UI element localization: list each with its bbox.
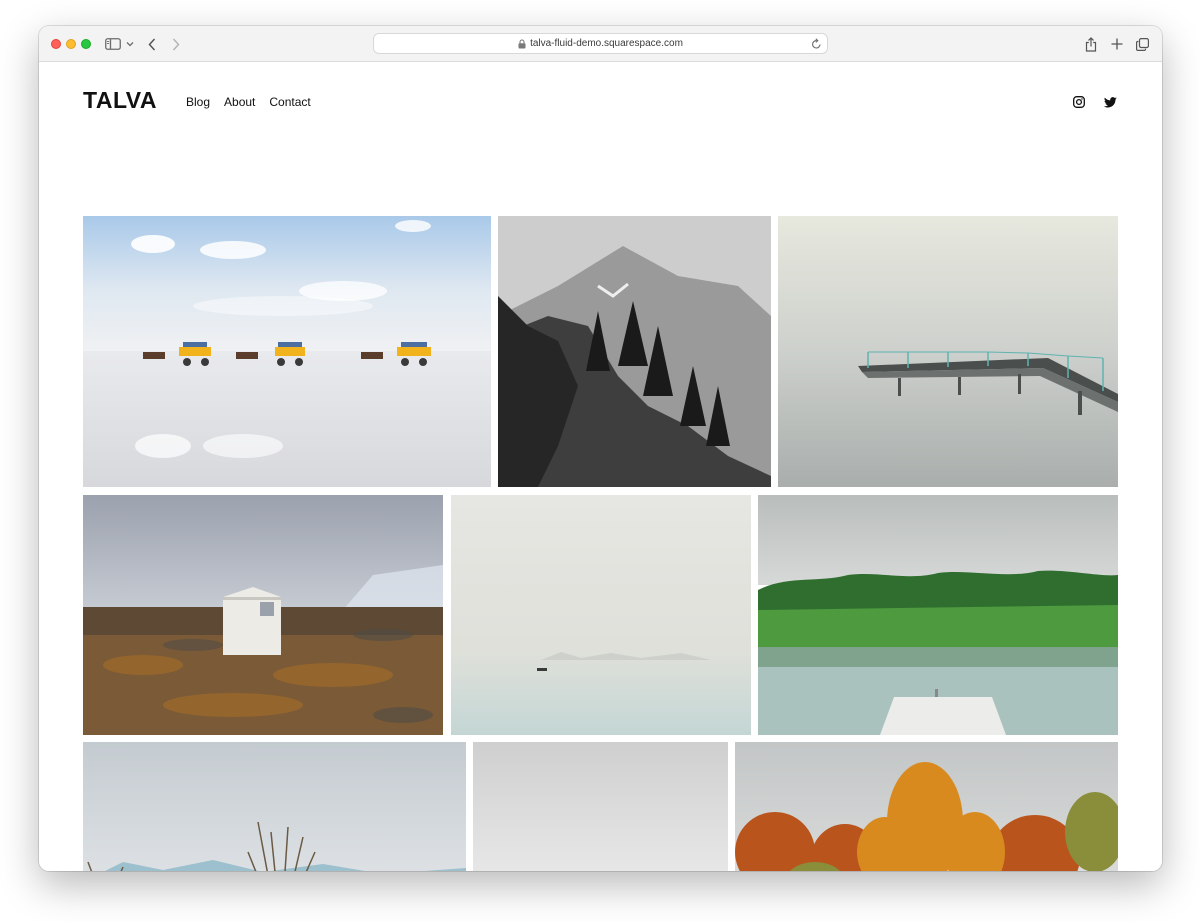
- forward-arrow-icon[interactable]: [169, 34, 183, 54]
- gallery-image-forest-lake[interactable]: [758, 495, 1118, 735]
- gallery-image-grey-sea[interactable]: [473, 742, 728, 871]
- main-nav: Blog About Contact: [186, 95, 325, 109]
- tab-overview-icon[interactable]: [1135, 34, 1149, 54]
- minimize-window-button[interactable]: [66, 39, 76, 49]
- instagram-icon[interactable]: [1072, 95, 1086, 109]
- new-tab-icon[interactable]: [1110, 34, 1124, 54]
- back-arrow-icon[interactable]: [145, 34, 159, 54]
- gallery-image-mountain[interactable]: [498, 216, 771, 487]
- chevron-down-icon[interactable]: [125, 34, 135, 54]
- share-icon[interactable]: [1084, 34, 1098, 54]
- gallery-image-autumn-trees[interactable]: [735, 742, 1118, 871]
- address-bar[interactable]: talva-fluid-demo.squarespace.com: [373, 33, 828, 54]
- lock-icon: [518, 38, 526, 49]
- gallery-image-carriages[interactable]: [83, 216, 491, 487]
- reload-icon[interactable]: [811, 37, 822, 55]
- close-window-button[interactable]: [51, 39, 61, 49]
- nav-item-about[interactable]: About: [224, 95, 255, 109]
- browser-window: talva-fluid-demo.squarespace.com TALVA B…: [39, 26, 1162, 871]
- page-content: TALVA Blog About Contact: [39, 63, 1162, 871]
- gallery-image-boat[interactable]: [451, 495, 751, 735]
- nav-item-contact[interactable]: Contact: [269, 95, 310, 109]
- zoom-window-button[interactable]: [81, 39, 91, 49]
- gallery-image-pier[interactable]: [778, 216, 1118, 487]
- gallery-image-hut[interactable]: [83, 495, 443, 735]
- twitter-icon[interactable]: [1103, 95, 1117, 109]
- nav-item-blog[interactable]: Blog: [186, 95, 210, 109]
- browser-toolbar: talva-fluid-demo.squarespace.com: [39, 26, 1162, 62]
- site-title[interactable]: TALVA: [83, 87, 157, 114]
- gallery-image-frozen-shore[interactable]: [83, 742, 466, 871]
- address-bar-url: talva-fluid-demo.squarespace.com: [530, 38, 683, 49]
- sidebar-toggle-icon[interactable]: [105, 34, 121, 54]
